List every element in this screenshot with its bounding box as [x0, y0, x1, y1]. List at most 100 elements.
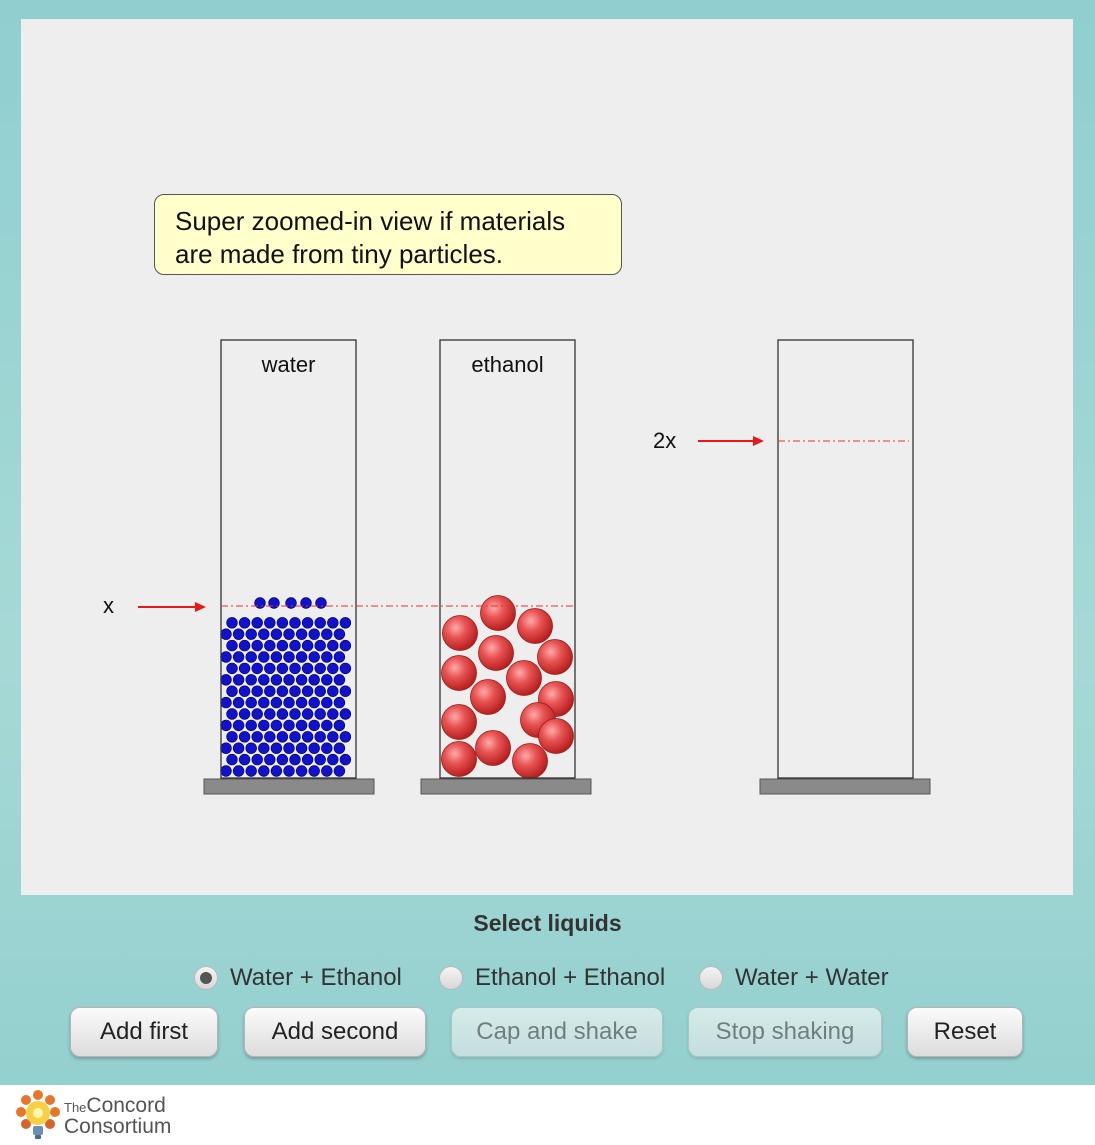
water-particle	[314, 662, 326, 675]
stop-shaking-button[interactable]: Stop shaking	[688, 1007, 882, 1057]
add-second-button[interactable]: Add second	[244, 1007, 426, 1057]
water-label: water	[261, 352, 316, 377]
water-particle	[289, 708, 301, 720]
water-particle	[308, 719, 320, 732]
ethanol-particle	[478, 635, 514, 671]
water-particle	[264, 617, 276, 629]
water-particle	[314, 753, 326, 766]
cap-and-shake-button[interactable]: Cap and shake	[451, 1007, 663, 1057]
radio-water-ethanol[interactable]: Water + Ethanol	[194, 962, 402, 994]
water-particle	[258, 765, 270, 777]
logo-consortium: Consortium	[64, 1115, 172, 1138]
water-particle	[258, 628, 270, 640]
radio-selected-icon[interactable]	[194, 966, 218, 990]
water-particle	[245, 674, 257, 686]
water-particle	[301, 662, 314, 675]
water-particle	[226, 617, 238, 629]
cylinder-base-water	[203, 778, 375, 795]
water-particle	[245, 742, 257, 754]
water-particle	[339, 662, 352, 675]
water-particle	[321, 719, 333, 732]
radio-label-water-ethanol: Water + Ethanol	[230, 964, 402, 991]
ethanol-particle	[475, 730, 511, 766]
water-particles	[220, 597, 352, 777]
water-particle	[295, 651, 308, 663]
ethanol-particle	[537, 639, 573, 675]
water-particle	[295, 696, 308, 709]
ethanol-particle	[470, 679, 506, 715]
water-particle	[251, 685, 263, 697]
ethanol-particles	[441, 595, 574, 779]
radio-water-water[interactable]: Water + Water	[699, 962, 889, 994]
water-particle	[276, 731, 289, 743]
mix-cylinder[interactable]	[777, 339, 914, 779]
water-particle	[251, 662, 263, 675]
water-particle	[220, 696, 232, 709]
water-particle	[289, 639, 301, 652]
water-particle	[245, 765, 257, 777]
water-particle	[295, 719, 308, 732]
simulation-area: Super zoomed-in view if materials are ma…	[21, 19, 1073, 895]
water-particle	[264, 662, 276, 675]
water-particle	[308, 651, 320, 663]
water-particle	[321, 696, 333, 709]
water-particle	[295, 742, 308, 754]
water-particle	[264, 639, 276, 652]
water-particle	[232, 651, 245, 663]
ethanol-particle	[480, 595, 516, 631]
water-particle	[276, 753, 289, 766]
ethanol-particle	[441, 704, 477, 740]
water-particle	[308, 628, 320, 640]
water-particle	[238, 753, 251, 766]
water-particle	[283, 719, 295, 732]
ethanol-particle	[441, 741, 477, 777]
ethanol-particle	[517, 608, 553, 644]
water-particle	[300, 597, 312, 609]
water-particle	[220, 674, 232, 686]
concord-logo-text: TheConcord Consortium	[64, 1094, 172, 1138]
water-particle	[333, 742, 346, 754]
water-particle	[270, 742, 283, 754]
ethanol-particle	[442, 615, 478, 651]
water-particle	[327, 731, 339, 743]
water-particle	[258, 719, 270, 732]
water-particle	[238, 708, 251, 720]
water-particle	[333, 696, 346, 709]
reset-button[interactable]: Reset	[907, 1007, 1023, 1057]
water-particle	[301, 753, 314, 766]
level-2x-label: 2x	[653, 428, 677, 453]
concord-logo-icon	[16, 1090, 60, 1139]
water-particle	[321, 765, 333, 777]
water-particle	[251, 639, 263, 652]
water-particle	[270, 696, 283, 709]
water-particle	[339, 708, 352, 720]
water-particle	[295, 628, 308, 640]
water-particle	[308, 674, 320, 686]
radio-unselected-icon[interactable]	[699, 966, 723, 990]
radio-ethanol-ethanol[interactable]: Ethanol + Ethanol	[439, 962, 665, 994]
water-particle	[251, 708, 263, 720]
cylinder-base-mix	[759, 778, 931, 795]
radio-unselected-icon[interactable]	[439, 966, 463, 990]
water-particle	[333, 719, 346, 732]
add-first-button[interactable]: Add first	[70, 1007, 218, 1057]
water-particle	[270, 651, 283, 663]
water-particle	[333, 651, 346, 663]
water-particle	[238, 639, 251, 652]
water-particle	[315, 597, 327, 609]
water-particle	[264, 708, 276, 720]
water-particle	[258, 674, 270, 686]
water-particle	[254, 597, 266, 609]
note-line-1: Super zoomed-in view if materials	[175, 206, 566, 236]
water-particle	[276, 708, 289, 720]
water-particle	[226, 662, 238, 675]
ethanol-particle	[512, 743, 548, 779]
note-line-2: are made from tiny particles.	[175, 239, 504, 269]
logo-concord: Concord	[86, 1094, 166, 1117]
water-particle	[308, 765, 320, 777]
water-particle	[301, 617, 314, 629]
water-particle	[333, 765, 346, 777]
water-particle	[251, 617, 263, 629]
water-particle	[264, 685, 276, 697]
water-particle	[339, 685, 352, 697]
